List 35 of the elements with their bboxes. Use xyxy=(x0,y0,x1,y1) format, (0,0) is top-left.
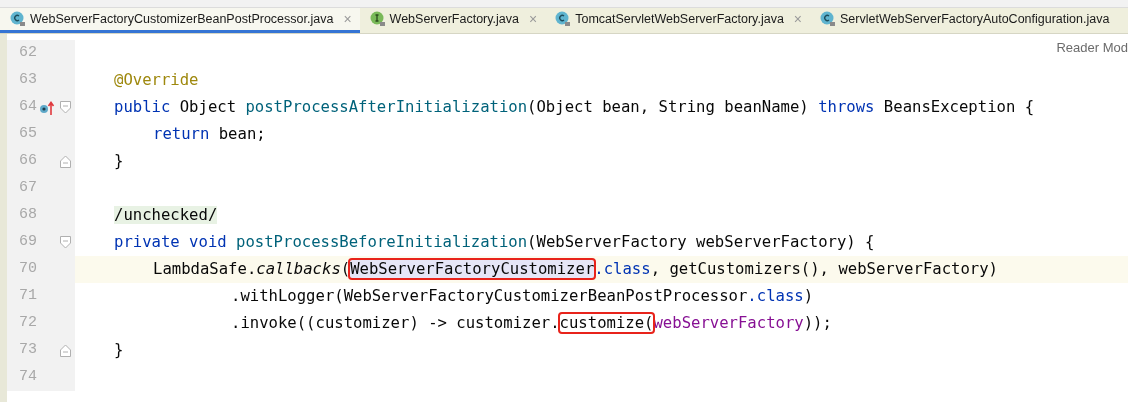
editor-tab[interactable]: TomcatServletWebServerFactory.java × xyxy=(545,8,811,33)
interface-icon xyxy=(369,11,386,27)
line-number: 67 xyxy=(18,178,37,199)
code-line: @Override xyxy=(113,69,199,91)
line-number: 72 xyxy=(18,313,37,334)
line-number: 65 xyxy=(18,124,37,145)
line-number: 68 xyxy=(18,205,37,226)
override-marker-icon[interactable] xyxy=(39,99,55,116)
fold-icon[interactable] xyxy=(59,101,71,114)
line-number: 62 xyxy=(18,43,37,64)
code-line: } xyxy=(113,150,124,172)
editor-tab[interactable]: WebServerFactory.java × xyxy=(359,8,546,33)
fold-icon[interactable] xyxy=(59,155,71,168)
line-number: 71 xyxy=(18,286,37,307)
line-number: 64 xyxy=(18,97,37,118)
line-number: 73 xyxy=(18,340,37,361)
class-icon xyxy=(555,11,572,27)
line-number: 70 xyxy=(18,259,37,280)
class-icon xyxy=(10,11,26,27)
class-icon xyxy=(820,11,837,27)
code-line: public Object postProcessAfterInitialization(Object bean, String beanName) throws BeansException { xyxy=(113,96,1035,118)
code-line: .withLogger(WebServerFactoryCustomizerBeanPostProcessor.class) xyxy=(230,285,814,307)
fold-icon[interactable] xyxy=(59,344,71,357)
code-line: return bean; xyxy=(152,123,266,145)
editor-tab[interactable]: ServletWebServerFactoryAutoConfiguration.java xyxy=(810,8,1118,33)
editor-tab[interactable]: WebServerFactoryCustomizerBeanPostProcessor.java × xyxy=(0,8,360,33)
code-line: } xyxy=(113,339,124,361)
code-line: .invoke((customizer) -> customizer.customize(webServerFactory)); xyxy=(230,312,832,334)
line-number: 69 xyxy=(18,232,37,253)
line-number: 63 xyxy=(18,70,37,91)
line-number: 74 xyxy=(18,367,37,388)
line-number: 66 xyxy=(18,151,37,172)
reader-mode-link[interactable]: Reader Mod xyxy=(1056,38,1128,58)
code-line: private void postProcessBeforeInitialization(WebServerFactory webServerFactory) { xyxy=(113,231,875,253)
fold-icon[interactable] xyxy=(59,236,71,249)
